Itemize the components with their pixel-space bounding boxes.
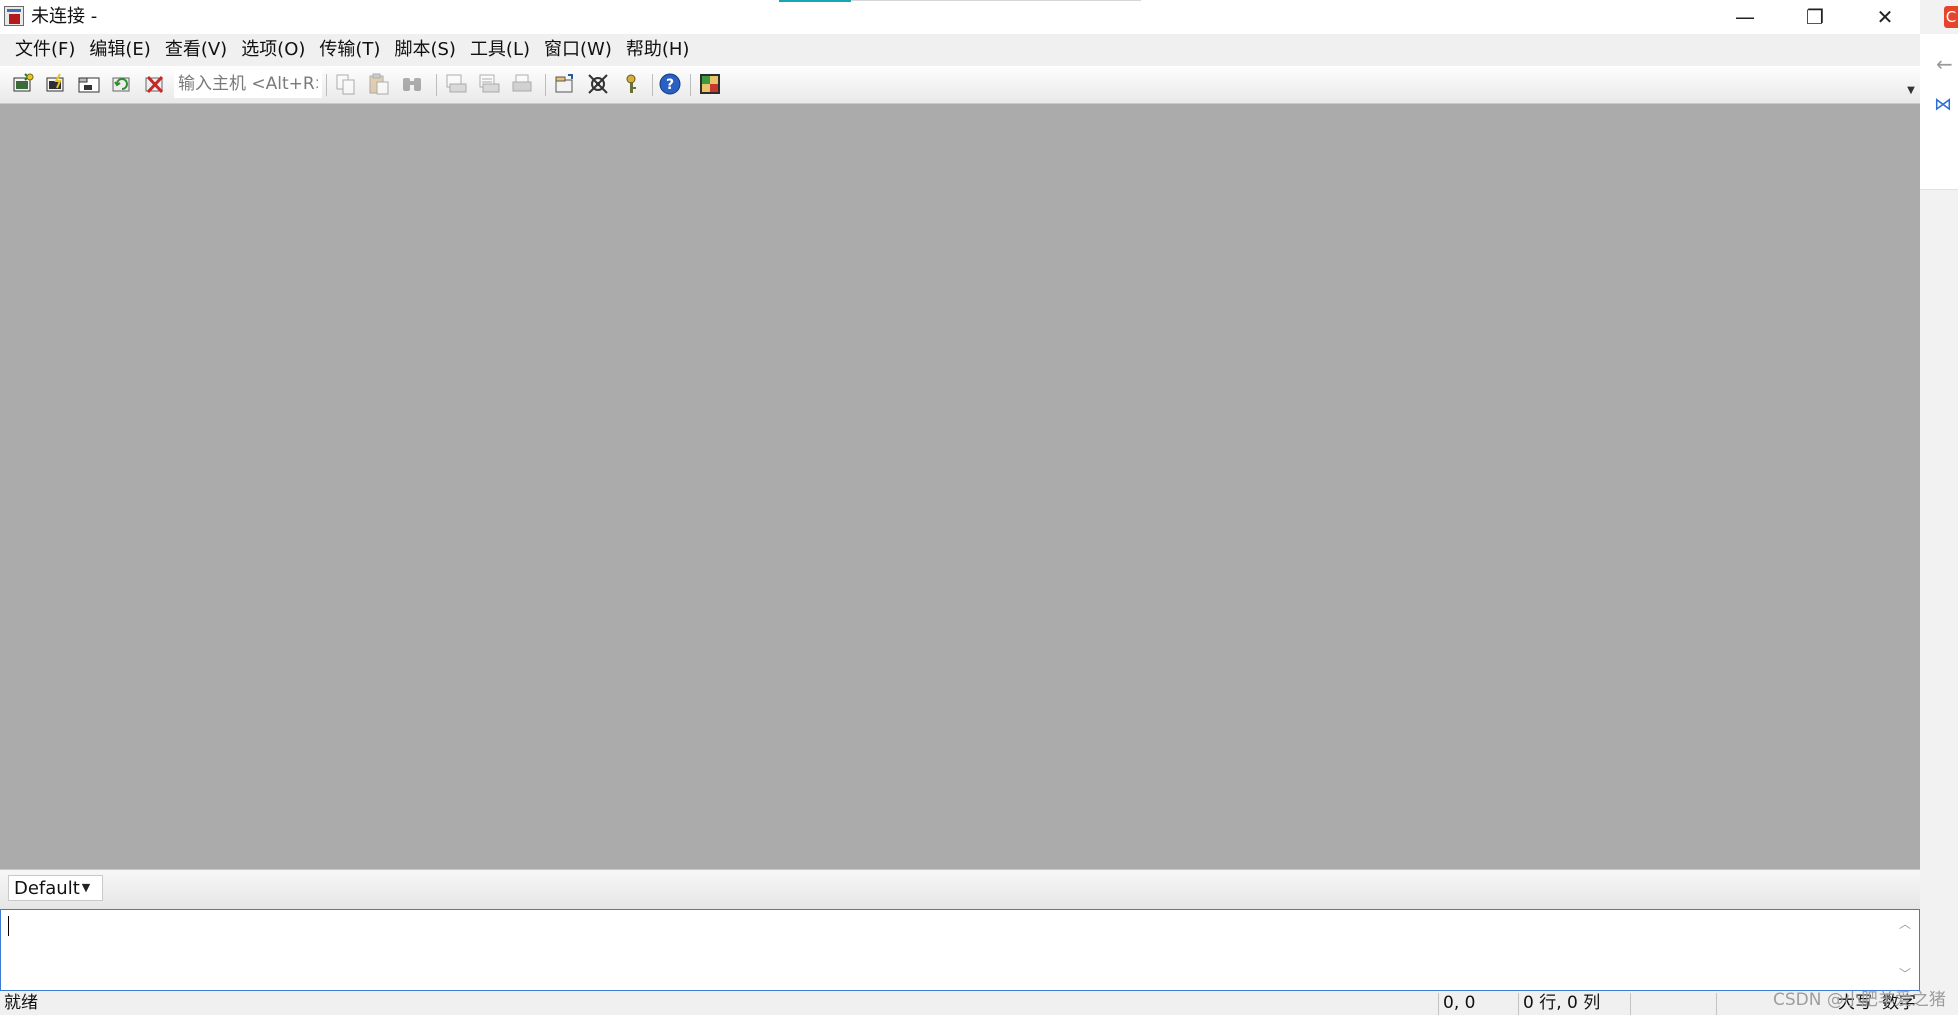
- tab-accent-line: [779, 0, 851, 2]
- tab-divider-line: [851, 0, 1141, 1]
- menu-window[interactable]: 窗口(W): [537, 36, 619, 64]
- reconnect-icon[interactable]: [109, 71, 135, 97]
- quick-connect-icon[interactable]: [43, 71, 69, 97]
- status-text: 就绪: [4, 993, 38, 1013]
- status-divider: [1438, 993, 1439, 1015]
- keymap-icon[interactable]: [618, 71, 644, 97]
- cursor-position: 0, 0: [1443, 993, 1476, 1013]
- toolbar-overflow-icon[interactable]: ▼: [1904, 84, 1918, 98]
- sftp-icon[interactable]: [697, 71, 723, 97]
- toolbar-separator: [545, 74, 546, 96]
- paste-icon[interactable]: [366, 71, 392, 97]
- toolbar-separator: [690, 74, 691, 96]
- status-bar: 就绪 0, 0 0 行, 0 列 大写 数字: [0, 991, 1920, 1015]
- svg-text:?: ?: [666, 77, 674, 93]
- help-icon[interactable]: ?: [657, 71, 683, 97]
- menu-script[interactable]: 脚本(S): [387, 36, 462, 64]
- menu-tools[interactable]: 工具(L): [463, 36, 537, 64]
- toolbar-separator: [436, 74, 437, 96]
- app-icon[interactable]: [4, 6, 24, 26]
- session-select-value: Default: [14, 878, 80, 899]
- chevron-down-icon[interactable]: ▼: [78, 878, 94, 898]
- app-logo-icon[interactable]: C: [1944, 6, 1958, 28]
- print-setup-icon[interactable]: [476, 71, 502, 97]
- title-bar: 未连接 - — ❐ ✕: [0, 0, 1920, 34]
- menu-edit[interactable]: 编辑(E): [82, 36, 157, 64]
- menu-file[interactable]: 文件(F): [8, 36, 82, 64]
- close-icon: ✕: [1876, 5, 1894, 29]
- back-arrow-icon[interactable]: ←: [1936, 52, 1953, 76]
- session-bar: Default ▼: [0, 869, 1920, 909]
- minimize-icon: —: [1735, 5, 1755, 29]
- rows-cols: 0 行, 0 列: [1523, 993, 1601, 1013]
- maximize-button[interactable]: ❐: [1780, 0, 1850, 34]
- copy-icon[interactable]: [333, 71, 359, 97]
- toolbar: ?: [0, 66, 1920, 104]
- terminal-area[interactable]: [0, 104, 1920, 869]
- connect-icon[interactable]: [10, 71, 36, 97]
- window-title: 未连接 -: [31, 6, 98, 27]
- disconnect-icon[interactable]: [142, 71, 168, 97]
- host-input[interactable]: [174, 70, 322, 98]
- printer-icon[interactable]: [509, 71, 535, 97]
- menu-bar: 文件(F) 编辑(E) 查看(V) 选项(O) 传输(T) 脚本(S) 工具(L…: [0, 34, 1920, 66]
- find-icon[interactable]: [399, 71, 425, 97]
- menu-help[interactable]: 帮助(H): [619, 36, 697, 64]
- menu-transfer[interactable]: 传输(T): [312, 36, 387, 64]
- scroll-down-icon[interactable]: ﹀: [1897, 966, 1913, 982]
- scroll-up-icon[interactable]: ︿: [1897, 916, 1913, 932]
- text-caret: [8, 916, 9, 936]
- menu-options[interactable]: 选项(O): [234, 36, 312, 64]
- close-button[interactable]: ✕: [1850, 0, 1920, 34]
- session-options-icon[interactable]: [552, 71, 578, 97]
- toolbar-separator: [326, 74, 327, 96]
- menu-view[interactable]: 查看(V): [158, 36, 234, 64]
- command-window[interactable]: ︿ ﹀: [0, 909, 1920, 991]
- minimize-button[interactable]: —: [1710, 0, 1780, 34]
- link-icon[interactable]: ⋈: [1934, 94, 1952, 115]
- status-divider: [1630, 993, 1631, 1015]
- restore-icon: ❐: [1806, 5, 1824, 29]
- global-options-icon[interactable]: [585, 71, 611, 97]
- watermark: CSDN @小肥羊爱之猪: [1773, 990, 1946, 1010]
- status-divider: [1518, 993, 1519, 1015]
- connect-in-tab-icon[interactable]: [76, 71, 102, 97]
- toolbar-separator: [652, 74, 653, 96]
- print-icon[interactable]: [443, 71, 469, 97]
- status-divider: [1716, 993, 1717, 1015]
